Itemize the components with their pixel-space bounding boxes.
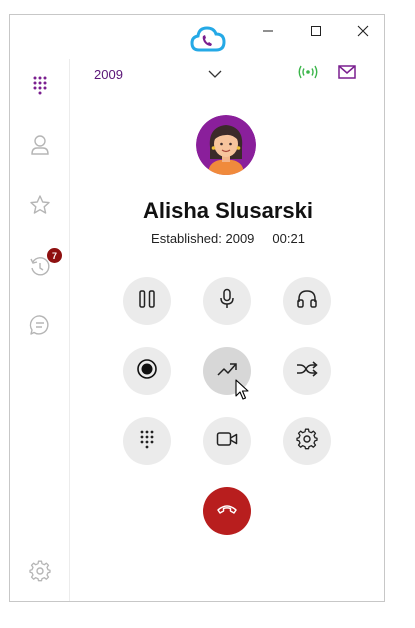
headset-icon: [296, 289, 318, 314]
history-icon: 7: [29, 248, 62, 278]
keypad-button[interactable]: [123, 417, 171, 465]
close-button[interactable]: [343, 19, 383, 47]
audio-device-button[interactable]: [283, 277, 331, 325]
voicemail-button[interactable]: [335, 63, 359, 85]
transfer-icon: [216, 360, 238, 383]
hangup-icon: [216, 502, 238, 520]
dialpad-icon: [32, 75, 48, 100]
line-selector[interactable]: 2009: [94, 63, 230, 85]
sidebar-item-settings[interactable]: [24, 557, 56, 589]
person-icon: [30, 134, 50, 161]
dialpad-icon: [139, 429, 155, 454]
minimize-icon: [262, 24, 274, 42]
call-timer: 00:21: [272, 231, 305, 246]
app-window: 7 2009 Alisha Slusarski Established: 200…: [9, 14, 385, 602]
mail-icon: [338, 64, 356, 84]
transfer-button[interactable]: [203, 347, 251, 395]
gear-icon: [29, 560, 51, 587]
chat-icon: [29, 314, 51, 341]
avatar: [196, 115, 256, 175]
call-info: Established: 2009 00:21: [70, 231, 386, 246]
record-button[interactable]: [123, 347, 171, 395]
sidebar-item-history[interactable]: 7: [24, 248, 62, 283]
close-icon: [357, 24, 369, 42]
mute-button[interactable]: [203, 277, 251, 325]
sidebar-item-favorites[interactable]: [24, 191, 56, 223]
maximize-button[interactable]: [296, 19, 336, 47]
call-settings-button[interactable]: [283, 417, 331, 465]
chevron-down-icon: [208, 66, 222, 84]
star-icon: [29, 194, 51, 221]
minimize-button[interactable]: [248, 19, 288, 47]
signal-icon: [297, 64, 319, 85]
contact-name: Alisha Slusarski: [143, 198, 313, 223]
sidebar-item-dialpad[interactable]: [24, 71, 56, 103]
sidebar: 7: [10, 59, 70, 601]
microphone-icon: [218, 288, 236, 315]
sidebar-item-chat[interactable]: [24, 311, 56, 343]
video-button[interactable]: [203, 417, 251, 465]
cloud-phone-logo: [190, 23, 226, 53]
forward-button[interactable]: [283, 347, 331, 395]
connection-status-button[interactable]: [296, 63, 320, 85]
sidebar-item-contacts[interactable]: [24, 131, 56, 163]
forward-icon: [295, 360, 319, 382]
gear-icon: [296, 428, 318, 455]
video-icon: [216, 431, 238, 452]
hold-button[interactable]: [123, 277, 171, 325]
line-number: 2009: [94, 66, 123, 82]
record-icon: [136, 358, 158, 385]
maximize-icon: [310, 24, 322, 42]
hold-icon: [137, 289, 157, 314]
call-status: Established: 2009: [151, 231, 255, 246]
hangup-button[interactable]: [203, 487, 251, 535]
missed-calls-badge: 7: [47, 248, 62, 263]
